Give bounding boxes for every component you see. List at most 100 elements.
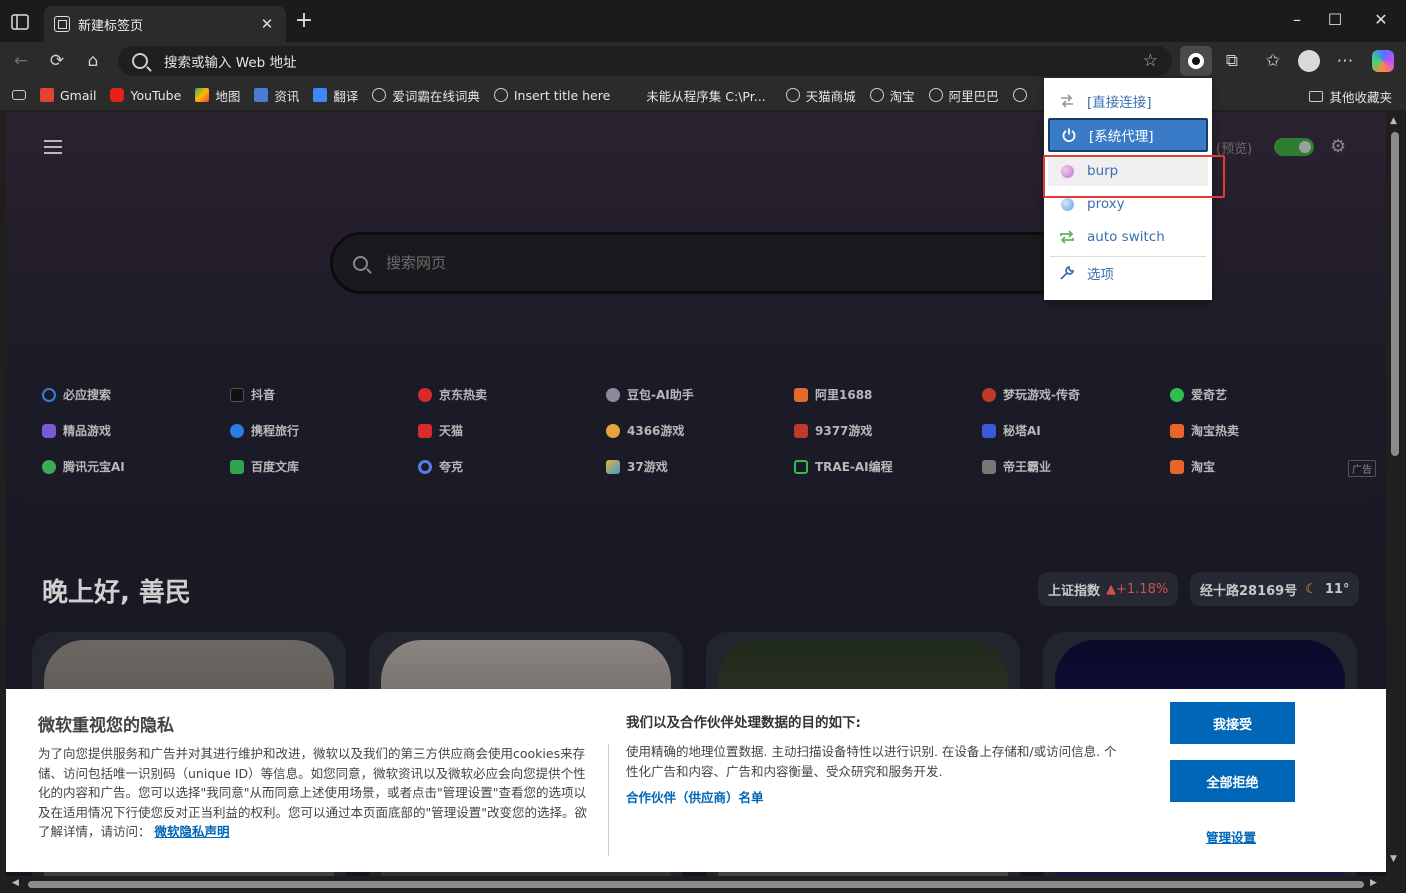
menu-item-burp[interactable]: burp (1048, 156, 1208, 186)
horizontal-scrollbar[interactable]: ◀ ▶ (6, 876, 1386, 893)
quick-link[interactable]: 夸克 (418, 458, 463, 475)
refresh-button[interactable]: ⟳ (45, 50, 69, 72)
menu-item-label: [直接连接] (1087, 95, 1152, 111)
search-input[interactable] (386, 254, 986, 272)
bookmark-label: YouTube (130, 87, 182, 103)
quick-link[interactable]: 淘宝 (1170, 458, 1215, 475)
partners-link[interactable]: 合作伙伴（供应商）名单 (626, 787, 764, 806)
address-bar[interactable]: 搜索或输入 Web 地址 ☆ (118, 46, 1172, 76)
quick-link[interactable]: 豆包-AI助手 (606, 386, 694, 403)
address-text[interactable]: 搜索或输入 Web 地址 (164, 51, 1143, 71)
bookmark-label: 未能从程序集 C:\Pr... (646, 88, 766, 104)
quick-link[interactable]: 京东热卖 (418, 386, 487, 403)
proxy-extension-button[interactable] (1180, 46, 1212, 76)
accept-button[interactable]: 我接受 (1170, 702, 1295, 744)
quick-link[interactable]: 梦玩游戏-传奇 (982, 386, 1080, 403)
quick-link[interactable]: 天猫 (418, 422, 463, 439)
scroll-thumb[interactable] (28, 881, 1364, 888)
bookmark-insert-title[interactable]: Insert title here (493, 88, 610, 103)
quick-link-label: TRAE-AI编程 (815, 460, 893, 474)
quick-link[interactable]: 抖音 (230, 386, 275, 403)
doubao-icon (606, 387, 620, 402)
privacy-statement-link[interactable]: 微软隐私声明 (155, 824, 230, 839)
bookmark-iciba[interactable]: 爱词霸在线词典 (372, 86, 480, 105)
quick-link[interactable]: 4366游戏 (606, 422, 684, 439)
bookmark-overflow[interactable] (1012, 88, 1033, 102)
home-button[interactable]: ⌂ (81, 50, 105, 72)
quick-link[interactable]: 腾讯元宝AI (42, 458, 125, 475)
emperor-icon (982, 459, 996, 474)
close-window-button[interactable]: ✕ (1366, 10, 1396, 29)
menu-item-direct[interactable]: [直接连接] (1048, 86, 1208, 116)
game9377-icon (794, 423, 808, 438)
quark-icon (418, 459, 432, 474)
cat-game-icon (606, 423, 620, 438)
quick-link[interactable]: 百度文库 (230, 458, 299, 475)
more-menu-icon[interactable]: ⋯ (1333, 50, 1357, 72)
other-favorites[interactable]: 其他收藏夹 (1309, 87, 1392, 106)
bookmark-alibaba[interactable]: 阿里巴巴 (928, 86, 999, 105)
scroll-down-icon[interactable]: ▼ (1390, 854, 1397, 864)
tab-actions-icon[interactable] (10, 12, 30, 32)
quick-link[interactable]: 9377游戏 (794, 422, 872, 439)
quick-link[interactable]: 必应搜索 (42, 386, 111, 403)
maps-icon (195, 88, 210, 102)
bookmark-youtube[interactable]: YouTube (110, 88, 181, 103)
menu-icon[interactable] (44, 140, 62, 154)
back-button[interactable]: ← (9, 50, 33, 72)
tab-new-tab[interactable]: 新建标签页 ✕ (44, 6, 286, 42)
menu-item-auto-switch[interactable]: auto switch (1048, 222, 1208, 252)
extensions-icon[interactable]: ⧉ (1220, 50, 1244, 72)
scroll-up-icon[interactable]: ▲ (1390, 116, 1397, 126)
bookmark-translate[interactable]: 翻译 (313, 86, 358, 105)
quick-link-label: 京东热卖 (439, 388, 488, 402)
weather-widget[interactable]: 经十路28169号 ☾ 11° (1190, 572, 1360, 606)
menu-item-options[interactable]: 选项 (1048, 258, 1208, 288)
new-tab-button[interactable]: + (292, 10, 316, 32)
maximize-button[interactable]: ☐ (1320, 10, 1350, 29)
quick-link[interactable]: 阿里1688 (794, 386, 872, 403)
tmall-icon (418, 423, 432, 438)
bookmark-assembly[interactable]: 未能从程序集 C:\Pr... (646, 86, 765, 105)
moon-icon: ☾ (1305, 581, 1317, 597)
scroll-left-icon[interactable]: ◀ (12, 878, 19, 888)
jd-icon (418, 387, 432, 402)
favorites-icon[interactable]: ✩ (1261, 50, 1285, 72)
copilot-icon[interactable] (1372, 50, 1394, 72)
menu-item-label: proxy (1087, 196, 1125, 212)
bookmark-taobao[interactable]: 淘宝 (869, 86, 915, 105)
quick-link[interactable]: 37游戏 (606, 458, 668, 475)
reject-all-button[interactable]: 全部拒绝 (1170, 760, 1295, 802)
quick-link[interactable]: 秘塔AI (982, 422, 1041, 439)
preview-toggle[interactable] (1274, 138, 1314, 156)
stock-widget[interactable]: 上证指数 ▲+1.18% (1038, 572, 1179, 606)
bookmark-news[interactable]: 资讯 (254, 86, 299, 105)
manage-settings-link[interactable]: 管理设置 (1206, 827, 1256, 846)
quick-link[interactable]: 携程旅行 (230, 422, 299, 439)
bookmark-gmail[interactable]: Gmail (40, 88, 96, 103)
favorite-star-icon[interactable]: ☆ (1143, 51, 1158, 71)
bookmark-tmall[interactable]: 天猫商城 (785, 86, 856, 105)
minimize-button[interactable]: – (1282, 10, 1312, 29)
quick-link[interactable]: 淘宝热卖 (1170, 422, 1239, 439)
web-search-box[interactable] (330, 232, 1070, 294)
profile-avatar[interactable] (1298, 50, 1320, 72)
game37-icon (606, 459, 620, 474)
menu-item-proxy[interactable]: proxy (1048, 189, 1208, 219)
gear-icon[interactable]: ⚙ (1330, 136, 1346, 157)
vertical-scrollbar[interactable]: ▲ ▼ (1386, 112, 1406, 876)
menu-item-system-proxy[interactable]: [系统代理] (1048, 118, 1208, 152)
quick-link[interactable]: 精品游戏 (42, 422, 111, 439)
quick-link[interactable]: TRAE-AI编程 (794, 458, 893, 475)
quick-link-label: 爱奇艺 (1191, 388, 1228, 402)
quick-link[interactable]: 爱奇艺 (1170, 386, 1227, 403)
close-tab-icon[interactable]: ✕ (258, 15, 276, 33)
wrench-icon (1054, 266, 1080, 280)
menu-item-label: 选项 (1087, 267, 1114, 283)
game-icon (982, 387, 996, 402)
scroll-thumb[interactable] (1391, 132, 1399, 456)
bookmark-maps[interactable]: 地图 (195, 86, 240, 105)
quick-link[interactable]: 帝王霸业 (982, 458, 1051, 475)
scroll-right-icon[interactable]: ▶ (1370, 878, 1377, 888)
reading-icon[interactable] (12, 90, 26, 100)
